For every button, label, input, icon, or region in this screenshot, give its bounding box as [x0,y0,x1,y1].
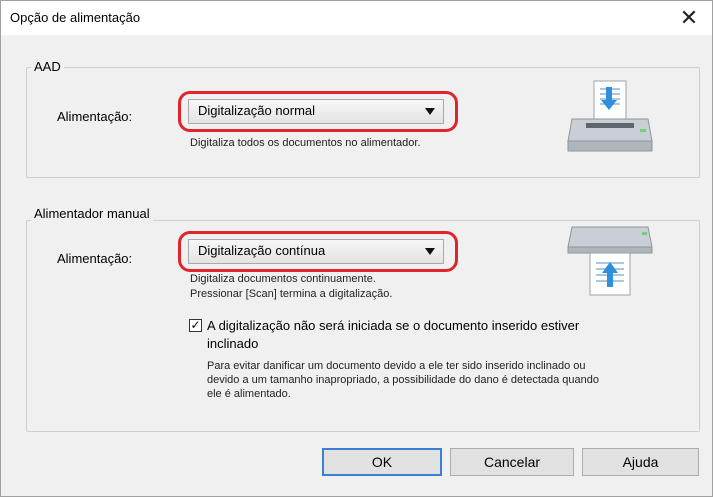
skew-check-checkbox[interactable]: ✓ [189,319,202,332]
close-icon: ✕ [679,5,699,30]
aad-feed-label: Alimentação: [57,109,133,124]
feed-option-dialog: Opção de alimentação ✕ AAD Alimentação: … [0,0,713,497]
help-button[interactable]: Ajuda [582,448,699,476]
cancel-button[interactable]: Cancelar [450,448,574,476]
skew-note-line1: Para evitar danificar um documento devid… [207,360,586,372]
dialog-title: Opção de alimentação [10,10,141,25]
manual-group-label: Alimentador manual [31,206,153,221]
skew-check-label-line2: inclinado [207,336,259,351]
skew-note-line2: devido a um tamanho inapropriado, a poss… [207,374,600,386]
manual-feed-label: Alimentação: [57,251,133,266]
manual-feed-description-line1: Digitaliza documentos continuamente. [190,273,376,285]
manual-feed-description-line2: Pressionar [Scan] termina a digitalizaçã… [190,288,393,300]
close-button[interactable]: ✕ [666,1,712,35]
aad-highlight [178,91,458,132]
skew-note-line3: ele é alimentado. [207,388,291,400]
scanner-feed-down-icon [567,80,653,152]
title-bar: Opção de alimentação ✕ [1,1,712,35]
skew-check-label-line1: A digitalização não será iniciada se o d… [207,318,580,333]
aad-feed-description: Digitaliza todos os documentos no alimen… [190,137,421,149]
scanner-feed-up-icon [567,226,653,296]
aad-group-label: AAD [31,59,64,74]
manual-highlight [178,231,458,272]
ok-button[interactable]: OK [322,448,442,476]
